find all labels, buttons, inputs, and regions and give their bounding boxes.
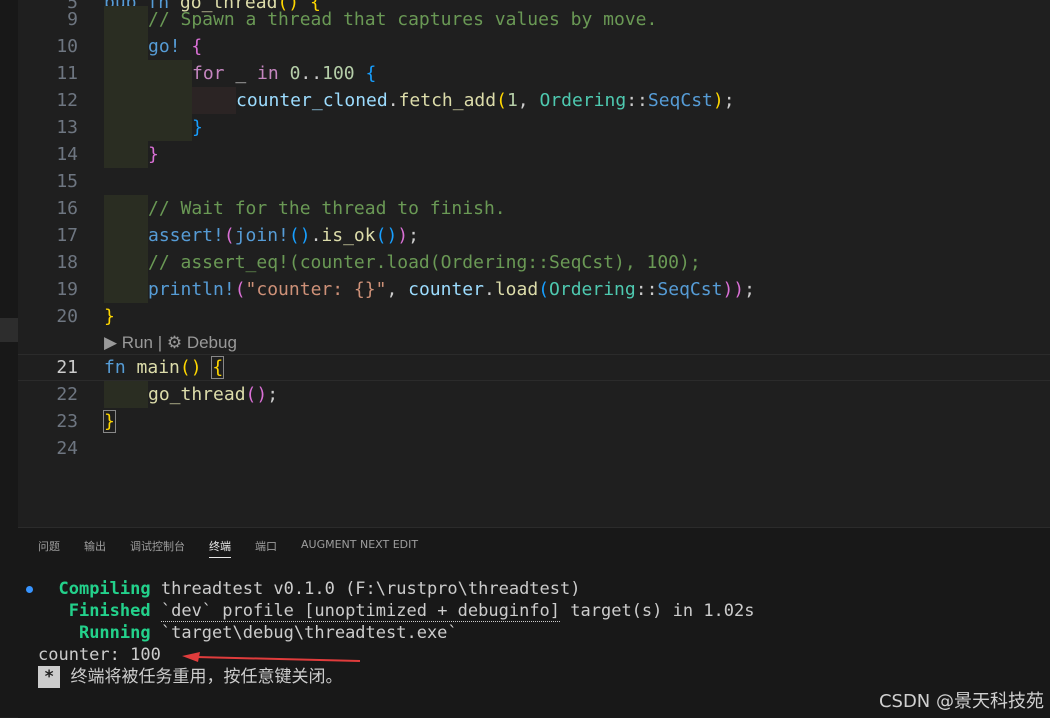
code-text: // Wait for the thread to finish. (148, 198, 506, 219)
code-line-24: 24 (18, 435, 1050, 462)
watermark: CSDN @景天科技苑 (878, 691, 1044, 712)
tab-problems[interactable]: 问题 (38, 538, 60, 554)
code-text: println!("counter: {}", counter.load(Ord… (148, 279, 755, 300)
terminal-output[interactable]: Compiling threadtest v0.1.0 (F:\rustpro\… (38, 578, 755, 688)
codelens: ▶ Run | ⚙ Debug (104, 333, 237, 353)
tab-debug-console[interactable]: 调试控制台 (130, 538, 185, 554)
tab-ports[interactable]: 端口 (255, 538, 277, 554)
line-number: 24 (56, 438, 78, 459)
code-line-14: 14 } (18, 141, 1050, 168)
code-line-20: 20 } (18, 303, 1050, 330)
terminal-line-output: counter: 100 (38, 645, 161, 665)
terminal-reuse-badge: * (38, 666, 61, 688)
code-line-10: 10 go! { (18, 33, 1050, 60)
line-number: 11 (56, 63, 78, 84)
tab-output[interactable]: 输出 (84, 538, 106, 554)
code-line-18: 18 // assert_eq!(counter.load(Ordering::… (18, 249, 1050, 276)
code-line-23: 23 } (18, 408, 1050, 435)
line-number: 18 (56, 252, 78, 273)
code-text: counter_cloned.fetch_add(1, Ordering::Se… (236, 90, 735, 111)
code-line-16: 16 // Wait for the thread to finish. (18, 195, 1050, 222)
terminal-line-reuse: * 终端将被任务重用，按任意键关闭。 (38, 666, 755, 688)
code-line-19: 19 println!("counter: {}", counter.load(… (18, 276, 1050, 303)
line-number: 12 (56, 90, 78, 111)
line-number: 19 (56, 279, 78, 300)
codelens-run-link[interactable]: ▶ Run (104, 333, 153, 352)
code-line-11: 11 for _ in 0..100 { (18, 60, 1050, 87)
code-text: go! { (148, 36, 203, 57)
terminal-line-finished: Finished `dev` profile [unoptimized + de… (68, 601, 755, 622)
code-text: fn main() { (104, 356, 225, 379)
code-line-9: 9 // Spawn a thread that captures values… (18, 6, 1050, 33)
line-number: 15 (56, 171, 78, 192)
code-text: for _ in 0..100 { (192, 63, 377, 84)
code-line-15: 15 (18, 168, 1050, 195)
code-text: // Spawn a thread that captures values b… (148, 9, 658, 30)
line-number: 17 (56, 225, 78, 246)
codelens-separator: | (152, 333, 167, 352)
code-line-12: 12 counter_cloned.fetch_add(1, Ordering:… (18, 87, 1050, 114)
code-text: assert!(join!().is_ok()); (148, 225, 419, 246)
tab-terminal[interactable]: 终端 (209, 538, 231, 558)
code-line-21: 21 fn main() { (18, 354, 1050, 381)
line-number: 9 (67, 9, 78, 30)
tab-augment-next-edit[interactable]: AUGMENT NEXT EDIT (301, 538, 418, 551)
line-number: 22 (56, 384, 78, 405)
line-number: 13 (56, 117, 78, 138)
code-editor[interactable]: 5 pub fn go_thread() { 9 // Spawn a thre… (18, 0, 1050, 527)
activity-bar (0, 0, 18, 717)
line-number: 14 (56, 144, 78, 165)
terminal-status-dot-icon (26, 586, 33, 593)
code-line-17: 17 assert!(join!().is_ok()); (18, 222, 1050, 249)
terminal-line-running: Running `target\debug\threadtest.exe` (78, 623, 458, 643)
line-number: 21 (56, 357, 78, 378)
code-text: // assert_eq!(counter.load(Ordering::Seq… (148, 252, 701, 273)
code-text: } (192, 117, 203, 138)
line-number: 10 (56, 36, 78, 57)
code-text: } (103, 410, 116, 433)
code-text: } (104, 306, 115, 327)
line-number: 16 (56, 198, 78, 219)
codelens-debug-link[interactable]: ⚙ Debug (167, 333, 237, 352)
code-text: } (148, 144, 159, 165)
line-number: 23 (56, 411, 78, 432)
code-line-13: 13 } (18, 114, 1050, 141)
line-number: 20 (56, 306, 78, 327)
terminal-line-compiling: Compiling threadtest v0.1.0 (F:\rustpro\… (58, 579, 581, 599)
activity-bar-selected-item[interactable] (0, 318, 18, 342)
red-arrow-annotation (182, 652, 361, 662)
code-line-22: 22 go_thread(); (18, 381, 1050, 408)
code-text: go_thread(); (148, 384, 279, 405)
